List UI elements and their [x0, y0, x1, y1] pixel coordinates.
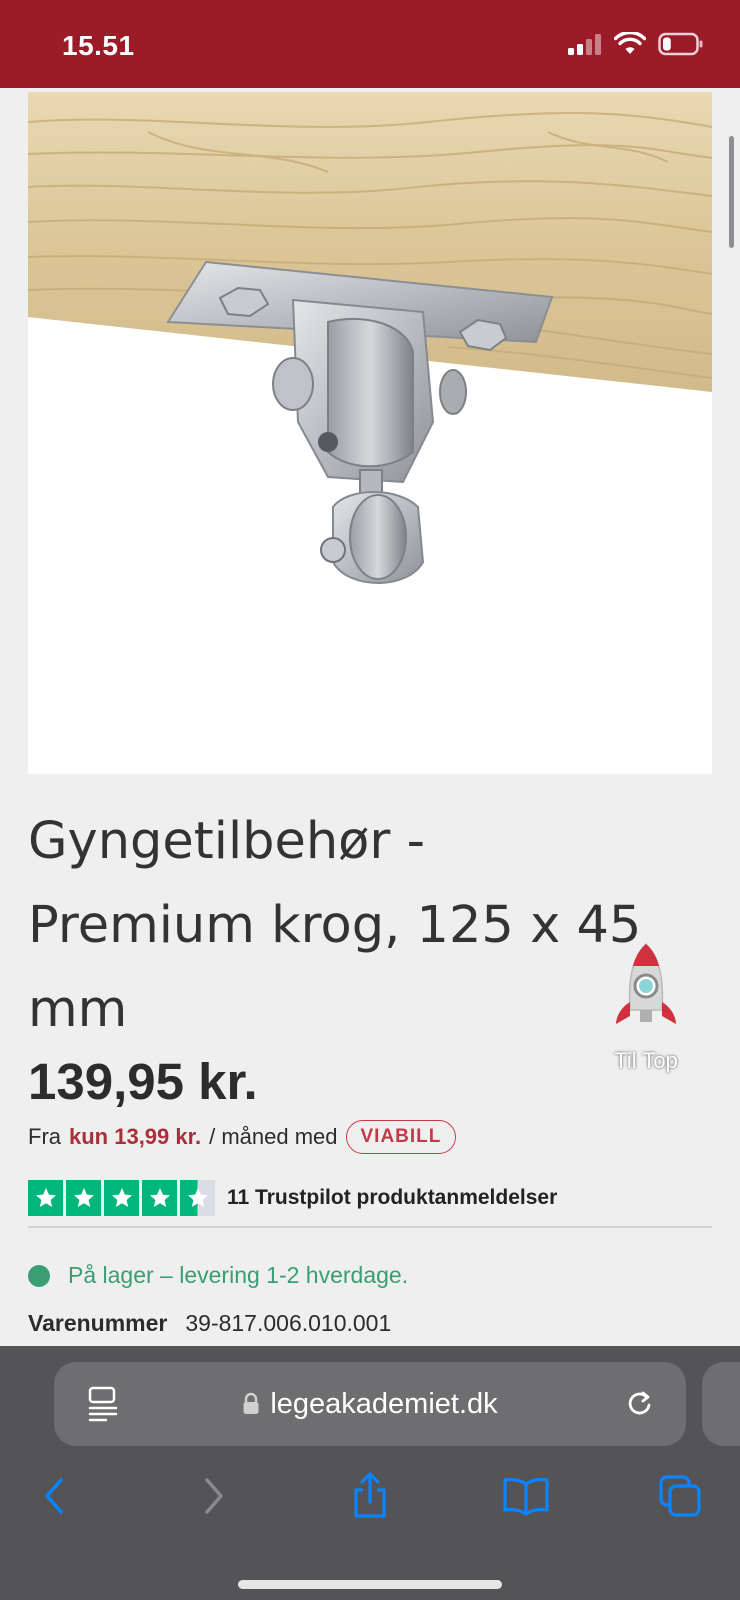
- product-price: 139,95 kr.: [28, 1053, 258, 1110]
- installment-info: Fra kun 13,99 kr. / måned med VIABILL: [28, 1120, 457, 1154]
- navigation-toolbar: [0, 1466, 740, 1536]
- installment-prefix: Fra: [28, 1124, 61, 1149]
- status-icons: [568, 32, 704, 56]
- stock-text: På lager – levering 1-2 hverdage.: [68, 1262, 409, 1288]
- status-time: 15.51: [62, 30, 135, 61]
- trustpilot-review-count[interactable]: 11 Trustpilot produktanmeldelser: [227, 1186, 557, 1210]
- stock-status: På lager – levering 1-2 hverdage.: [28, 1262, 408, 1289]
- bookmarks-button[interactable]: [496, 1466, 556, 1526]
- battery-icon: [658, 32, 703, 56]
- product-title: Gyngetilbehør - Premium krog, 125 x 45 m…: [28, 812, 642, 1039]
- star-icon: [66, 1180, 101, 1216]
- tabs-icon: [659, 1475, 701, 1517]
- address-bar[interactable]: legeakademiet.dk: [54, 1362, 686, 1446]
- share-icon: [354, 1472, 386, 1518]
- sku-row: Varenummer 39-817.006.010.001: [28, 1310, 391, 1337]
- trustpilot-stars: [28, 1180, 215, 1216]
- installment-amount: kun 13,99 kr.: [69, 1124, 202, 1149]
- scroll-indicator[interactable]: [729, 136, 734, 248]
- url-text[interactable]: legeakademiet.dk: [270, 1388, 497, 1421]
- trustpilot-rating[interactable]: 11 Trustpilot produktanmeldelser: [28, 1180, 557, 1216]
- cellular-signal-icon: [568, 34, 601, 55]
- star-icon: [142, 1180, 177, 1216]
- wifi-icon: [614, 32, 646, 54]
- viabill-badge[interactable]: VIABILL: [345, 1120, 457, 1154]
- home-indicator[interactable]: [238, 1580, 502, 1589]
- divider: [28, 1226, 712, 1228]
- swing-hook-product-image: [28, 92, 712, 584]
- forward-button[interactable]: [184, 1466, 244, 1526]
- tabs-button[interactable]: [650, 1466, 710, 1526]
- sku-value: 39-817.006.010.001: [185, 1310, 392, 1336]
- back-to-top-label: Til Top: [614, 1048, 678, 1073]
- back-to-top-button[interactable]: Til Top: [606, 940, 686, 1080]
- url-display[interactable]: legeakademiet.dk: [54, 1362, 686, 1446]
- status-bar: 15.51: [0, 0, 740, 88]
- installment-suffix: / måned med: [209, 1124, 338, 1149]
- half-star-icon: [180, 1180, 215, 1216]
- sku-label: Varenummer: [28, 1310, 168, 1336]
- star-icon: [28, 1180, 63, 1216]
- rocket-icon: [616, 942, 676, 1024]
- in-stock-dot-icon: [28, 1264, 50, 1287]
- reload-icon[interactable]: [624, 1388, 656, 1420]
- product-image[interactable]: [28, 92, 712, 774]
- back-button[interactable]: [24, 1466, 84, 1526]
- next-tab-preview[interactable]: [702, 1362, 740, 1446]
- lock-icon: [243, 1392, 259, 1414]
- browser-toolbar: legeakademiet.dk: [0, 1346, 740, 1600]
- star-icon: [104, 1180, 139, 1216]
- back-icon: [45, 1478, 63, 1514]
- share-button[interactable]: [340, 1466, 400, 1526]
- bookmarks-icon: [503, 1478, 549, 1516]
- forward-icon: [205, 1478, 223, 1514]
